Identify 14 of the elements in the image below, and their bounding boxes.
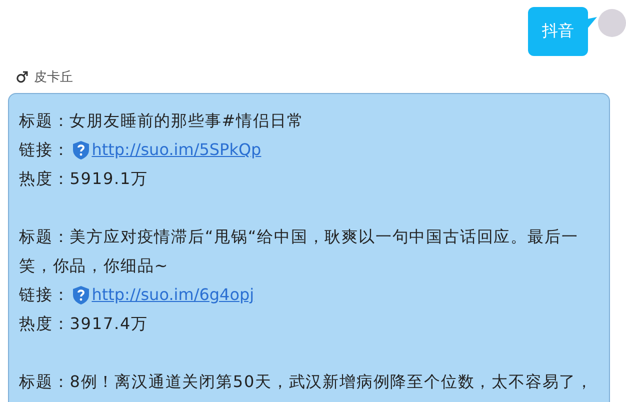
heat-text: 热度：3917.4万 — [19, 313, 149, 335]
link-label: 链接： — [19, 139, 70, 161]
link[interactable]: http://suo.im/6g4opj — [92, 280, 254, 309]
shield-question-icon — [72, 140, 90, 160]
link-label: 链接： — [19, 284, 70, 306]
heat-text: 热度：5919.1万 — [19, 168, 149, 190]
title-text: 标题：美方应对疫情滞后“甩锅“给中国，耿爽以一句中国古话回应。最后一笑，你品，你细品~ — [19, 226, 580, 277]
title-text: 标题：女朋友睡前的那些事#情侣日常 — [19, 110, 305, 132]
male-icon — [16, 71, 28, 83]
shield-question-icon — [72, 284, 90, 304]
sender-name: 皮卡丘 — [34, 69, 73, 86]
link[interactable]: http://suo.im/5SPkQp — [92, 135, 262, 164]
avatar-icon[interactable] — [598, 9, 626, 37]
title-text: 标题：8例！离汉通道关闭第50天，武汉新增病例降至个位数，太不容易了， — [19, 371, 594, 393]
